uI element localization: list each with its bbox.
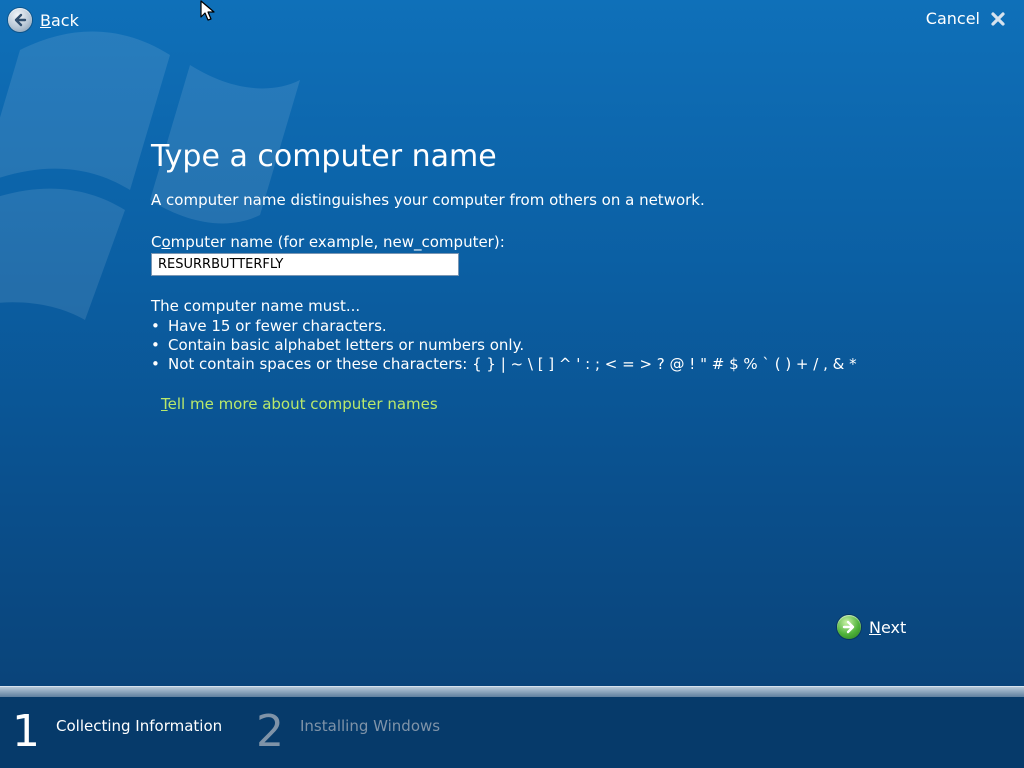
back-button[interactable]: Back (8, 8, 79, 32)
setup-screen: Back Cancel Type a computer name A compu… (0, 0, 1024, 768)
close-icon (991, 11, 1005, 26)
setup-steps-footer: 1 Collecting Information 2 Installing Wi… (0, 697, 1024, 768)
mouse-pointer-icon (200, 0, 215, 21)
page-description: A computer name distinguishes your compu… (151, 191, 705, 209)
page-title: Type a computer name (151, 139, 497, 174)
cancel-button[interactable]: Cancel (926, 9, 1006, 28)
main-content: Type a computer name A computer name dis… (151, 138, 911, 413)
step-number: 1 (12, 706, 40, 757)
rules-heading: The computer name must... (151, 297, 361, 315)
setup-progress-bar (0, 686, 1024, 697)
step-label: Collecting Information (56, 717, 223, 735)
step-label: Installing Windows (300, 717, 441, 735)
step-collecting-information: 1 Collecting Information (12, 707, 222, 757)
next-button[interactable]: Next (837, 615, 906, 639)
step-installing-windows: 2 Installing Windows (256, 707, 440, 757)
computer-name-input[interactable] (151, 253, 459, 276)
computer-names-help-link[interactable]: Tell me more about computer names (161, 395, 438, 413)
rules-list: Have 15 or fewer characters. Contain bas… (151, 317, 911, 374)
back-arrow-icon (8, 8, 32, 32)
rule-length: Have 15 or fewer characters. (151, 317, 911, 336)
rule-alphanumeric: Contain basic alphabet letters or number… (151, 336, 911, 355)
back-label: Back (40, 10, 79, 30)
cancel-label: Cancel (925, 9, 980, 28)
step-number: 2 (256, 706, 284, 757)
rule-forbidden-characters: Not contain spaces or these characters: … (151, 355, 911, 374)
next-arrow-icon (837, 615, 861, 639)
next-label: Next (869, 617, 907, 637)
computer-name-label: Computer name (for example, new_computer… (151, 233, 505, 251)
